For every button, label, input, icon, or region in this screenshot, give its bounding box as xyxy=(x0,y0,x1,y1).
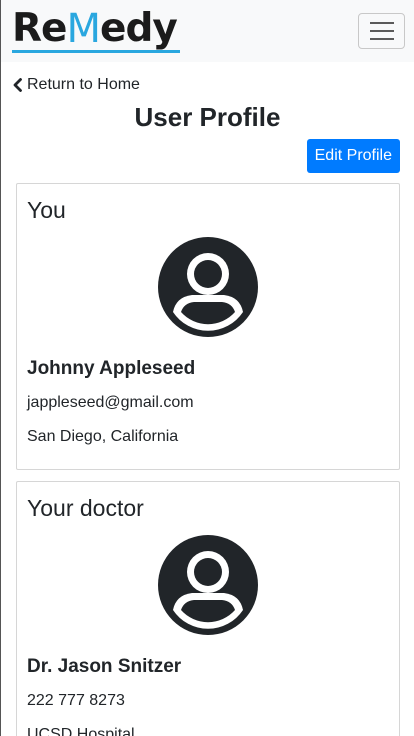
doctor-phone: 222 777 8273 xyxy=(27,692,125,709)
doctor-avatar-icon xyxy=(158,535,258,635)
user-avatar xyxy=(27,237,389,337)
page-title: User Profile xyxy=(134,102,281,132)
user-card-heading: You xyxy=(27,197,66,223)
logo-text: Re Medy xyxy=(12,5,182,52)
remedy-logo[interactable]: Re Medy xyxy=(12,5,182,53)
user-avatar-icon xyxy=(158,237,258,337)
return-label: Return to Home xyxy=(27,76,140,93)
logo-m: M xyxy=(66,5,101,52)
user-location: San Diego, California xyxy=(27,428,179,445)
doctor-card: Your doctor Dr. Jason Snitzer 222 777 82… xyxy=(16,481,400,736)
user-card: You Johnny Appleseed jappleseed@gmail.co… xyxy=(16,183,400,470)
edit-row: Edit Profile xyxy=(1,139,414,173)
doctor-hospital: UCSD Hospital xyxy=(27,726,135,736)
doctor-card-heading: Your doctor xyxy=(27,495,144,521)
doctor-name: Dr. Jason Snitzer xyxy=(27,656,182,677)
doctor-avatar xyxy=(27,535,389,635)
chevron-left-icon xyxy=(13,78,22,92)
logo-suffix: edy xyxy=(100,5,178,51)
navbar: Re Medy xyxy=(1,0,414,62)
user-email: jappleseed@gmail.com xyxy=(27,394,194,411)
hamburger-icon xyxy=(369,22,394,24)
logo-prefix: Re xyxy=(12,5,67,51)
edit-profile-button[interactable]: Edit Profile xyxy=(306,139,400,173)
return-to-home-link[interactable]: Return to Home xyxy=(12,75,414,95)
logo-underline xyxy=(12,49,180,53)
navbar-toggler-button[interactable] xyxy=(358,13,405,49)
user-name: Johnny Appleseed xyxy=(27,358,196,379)
